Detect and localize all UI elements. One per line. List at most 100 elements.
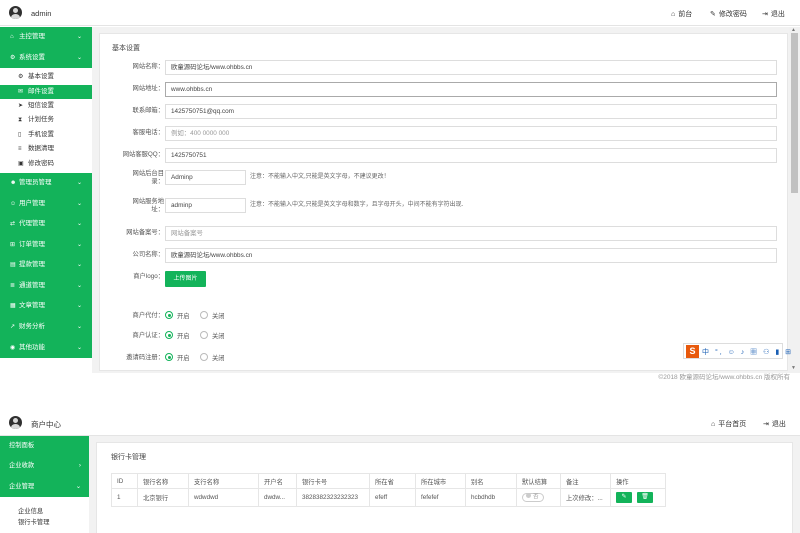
payout-off-radio[interactable]: 关闭 — [200, 311, 225, 320]
edit-button[interactable]: ✎ — [616, 492, 632, 503]
username: admin — [31, 9, 52, 18]
subnav-scheduled-tasks[interactable]: ⧗ 计划任务 — [0, 113, 92, 127]
service-phone-input[interactable]: 例如：400 0000 000 — [165, 126, 777, 141]
nav-withdraw-management[interactable]: ▤ 提款管理 ⌄ — [0, 255, 92, 276]
invite-off-radio[interactable]: 关闭 — [200, 353, 225, 362]
merchant-center-title: 商户中心 — [31, 420, 61, 429]
nav-channel-management[interactable]: ≣ 通道管理 ⌄ — [0, 276, 92, 297]
auth-on-radio[interactable]: 开启 — [165, 331, 190, 340]
merchant-dir-hint: 注意：不能输入中文,只能是英文字母和数字，且字母开头，中间不能有字符出现. — [250, 202, 464, 208]
send-icon: ➤ — [18, 102, 24, 109]
service-qq-input[interactable]: 1425750751 — [165, 148, 777, 163]
nav-system-settings[interactable]: ⚙ 系统设置 ⌄ — [0, 48, 92, 69]
admin-dir-input[interactable]: Adminp — [165, 170, 246, 185]
subnav-sms-settings[interactable]: ➤ 短信设置 — [0, 99, 92, 113]
chevron-down-icon: ⌄ — [76, 282, 82, 289]
subnav-basic-settings[interactable]: ⚙ 基本设置 — [0, 70, 92, 84]
delete-button[interactable]: 🗑 — [637, 492, 653, 503]
home-icon: ⌂ — [671, 11, 676, 18]
table-row: 1 北京银行 wdwdwd dwdw... 3828382323232323 e… — [111, 488, 666, 507]
ime-items: 中 °, ☺ ♪ ▦ ⚇ ▮ ⊞ — [702, 349, 793, 356]
site-name-input[interactable]: 欧童源码论坛/www.ohbbs.cn — [165, 60, 777, 75]
company-input[interactable]: 欧童源码论坛/www.ohbbs.cn — [165, 248, 777, 263]
chart-icon: ↗ — [10, 324, 16, 331]
avatar[interactable] — [9, 6, 22, 19]
chevron-down-icon: ⌄ — [75, 482, 81, 490]
change-password-link[interactable]: ✎ 修改密码 — [710, 9, 747, 19]
scrollbar[interactable]: ▲ ▼ — [789, 27, 800, 373]
panel-title: 银行卡管理 — [111, 454, 146, 461]
merchant-dir-input[interactable]: adminp — [165, 198, 246, 213]
default-settlement-toggle[interactable]: 否 — [522, 493, 544, 502]
copyright: ©2018 欧童源码论坛/www.ohbbs.cn 版权所有 — [658, 374, 790, 381]
home-icon: ⌂ — [711, 421, 716, 428]
chevron-down-icon: ⌄ — [76, 262, 82, 269]
users-icon: ☺ — [10, 200, 17, 207]
nav-other-functions[interactable]: ◉ 其他功能 ⌄ — [0, 338, 92, 359]
avatar[interactable] — [9, 416, 22, 429]
withdraw-icon: ▤ — [10, 262, 16, 269]
table-header-row: ID 银行名称 支行名称 开户名 银行卡号 所在省 所在城市 别名 默认结算 备… — [111, 473, 666, 489]
admin-dir-hint: 注意：不能输入中文,只能是英文字母，不建议更改！ — [250, 174, 390, 180]
chevron-down-icon: ⌄ — [76, 303, 82, 310]
auth-off-radio[interactable]: 关闭 — [200, 331, 225, 340]
site-url-input[interactable]: www.ohbbs.cn — [165, 82, 777, 97]
bank-card-table: ID 银行名称 支行名称 开户名 银行卡号 所在省 所在城市 别名 默认结算 备… — [111, 473, 666, 507]
chevron-down-icon: ⌄ — [76, 324, 82, 331]
scrollbar-thumb[interactable] — [791, 33, 798, 193]
scroll-down-icon[interactable]: ▼ — [791, 365, 796, 371]
nav-agent-management[interactable]: ⇄ 代理管理 ⌄ — [0, 214, 92, 235]
nav-admin-management[interactable]: ☻ 管理员管理 ⌄ — [0, 173, 92, 194]
contact-email-input[interactable]: 1425750751@qq.com — [165, 104, 777, 119]
logout-link[interactable]: ⇥ 退出 — [762, 9, 785, 19]
article-icon: ▦ — [10, 303, 16, 310]
nav-article-management[interactable]: ▦ 文章管理 ⌄ — [0, 296, 92, 317]
subnav-enterprise-info[interactable]: 企业信息 — [0, 506, 89, 517]
more-icon: ◉ — [10, 344, 16, 351]
gear-icon: ⚙ — [18, 74, 24, 81]
logout-icon: ⇥ — [762, 11, 768, 18]
subnav-change-password[interactable]: ▣ 修改密码 — [0, 157, 92, 171]
nav-enterprise-management[interactable]: 企业管理 ⌄ — [0, 477, 89, 497]
enterprise-submenu: 企业信息 银行卡管理 — [0, 496, 89, 528]
sidebar: ⌂ 主控管理 ⌄ ⚙ 系统设置 ⌄ ⚙ 基本设置 ✉ 邮件设置 ➤ 短信设置 ⧗ 计划任务 ▯ 手… — [0, 27, 92, 359]
nav-order-management[interactable]: ⊞ 订单管理 ⌄ — [0, 235, 92, 256]
channel-icon: ≣ — [10, 282, 16, 289]
platform-home-link[interactable]: ⌂ 平台首页 — [711, 419, 746, 429]
chevron-down-icon: ⌄ — [76, 221, 82, 228]
database-icon: ≡ — [18, 146, 22, 153]
bank-card-panel: 银行卡管理 ID 银行名称 支行名称 开户名 银行卡号 所在省 所在城市 别名 … — [96, 442, 793, 533]
nav-control-panel[interactable]: 控制面板 — [0, 436, 89, 456]
settings-submenu: ⚙ 基本设置 ✉ 邮件设置 ➤ 短信设置 ⧗ 计划任务 ▯ 手机设置 ≡ 数据清理 ▣ 修改密… — [0, 68, 92, 173]
chevron-right-icon: › — [78, 462, 81, 470]
upload-image-button[interactable]: 上传图片 — [165, 271, 206, 287]
main-content-2: 银行卡管理 ID 银行名称 支行名称 开户名 银行卡号 所在省 所在城市 别名 … — [89, 436, 800, 533]
nav-finance-analysis[interactable]: ↗ 财务分析 ⌄ — [0, 317, 92, 338]
invite-on-radio[interactable]: 开启 — [165, 353, 190, 362]
chevron-down-icon: ⌄ — [76, 179, 82, 186]
ime-toolbar[interactable]: S 中 °, ☺ ♪ ▦ ⚇ ▮ ⊞ — [683, 343, 791, 359]
sidebar-2: 控制面板 企业收款 › 企业管理 ⌄ 企业信息 银行卡管理 — [0, 436, 89, 528]
nav-dashboard[interactable]: ⌂ 主控管理 ⌄ — [0, 27, 92, 48]
icp-input[interactable]: 网站备案号 — [165, 226, 777, 241]
top-bar-2: 商户中心 ⌂ 平台首页 ⇥ 退出 — [0, 400, 800, 436]
chevron-down-icon: ⌄ — [76, 34, 82, 40]
lock-icon: ▣ — [18, 160, 24, 167]
nav-user-management[interactable]: ☺ 用户管理 ⌄ — [0, 194, 92, 215]
logout-link[interactable]: ⇥ 退出 — [763, 419, 786, 429]
frontend-link[interactable]: ⌂ 前台 — [671, 9, 692, 19]
cogs-icon: ⚙ — [10, 54, 16, 61]
main-content: 基本设置 网站名称： 欧童源码论坛/www.ohbbs.cn 网站地址： www… — [92, 27, 800, 373]
subnav-data-cleanup[interactable]: ≡ 数据清理 — [0, 142, 92, 156]
logout-icon: ⇥ — [763, 421, 769, 428]
mail-icon: ✉ — [18, 88, 24, 95]
subnav-mobile-settings[interactable]: ▯ 手机设置 — [0, 128, 92, 142]
payout-on-radio[interactable]: 开启 — [165, 311, 190, 320]
admin-icon: ☻ — [10, 179, 17, 186]
subnav-mail-settings[interactable]: ✉ 邮件设置 — [0, 84, 92, 99]
ime-logo-icon: S — [686, 345, 699, 358]
subnav-bank-cards[interactable]: 银行卡管理 — [0, 517, 89, 528]
top-bar: admin ⌂ 前台 ✎ 修改密码 ⇥ 退出 — [0, 0, 800, 26]
nav-enterprise-collection[interactable]: 企业收款 › — [0, 456, 89, 476]
cart-icon: ⊞ — [10, 241, 16, 248]
